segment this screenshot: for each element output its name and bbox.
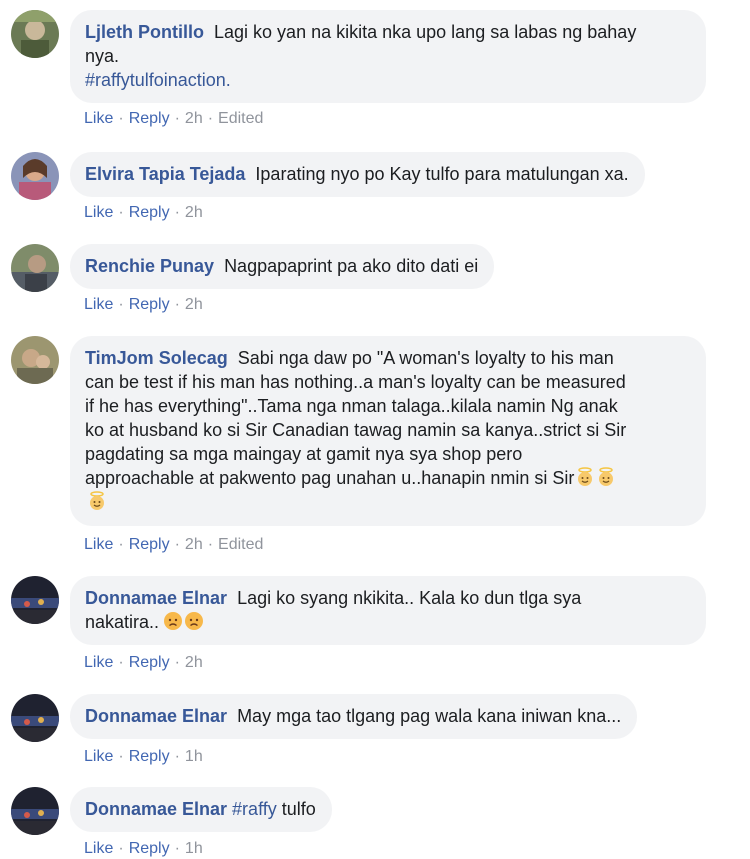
comment-text: if he has everything"..Tama nga nman tal… xyxy=(85,396,618,416)
comment-bubble: Elvira Tapia Tejada Iparating nyo po Kay… xyxy=(70,152,645,197)
comment-bubble: Donnamae Elnar May mga tao tlgang pag wa… xyxy=(70,694,638,739)
avatar[interactable] xyxy=(11,336,59,384)
timestamp[interactable]: 1h xyxy=(185,840,203,857)
reply-button[interactable]: Reply xyxy=(129,536,170,553)
comment-actions: Like · Reply · 2h · Edited xyxy=(84,536,264,553)
timestamp[interactable]: 2h xyxy=(185,654,203,671)
like-button[interactable]: Like xyxy=(84,204,113,221)
hashtag-link[interactable]: #raffytulfoinaction. xyxy=(85,70,231,90)
comment-author[interactable]: Donnamae Elnar xyxy=(85,588,227,608)
comment-actions: Like · Reply · 2h xyxy=(84,654,203,671)
comment-actions: Like · Reply · 2h · Edited xyxy=(84,110,264,127)
like-button[interactable]: Like xyxy=(84,840,113,857)
comment-text: nya. xyxy=(85,46,120,66)
comment-actions: Like · Reply · 2h xyxy=(84,204,203,221)
reply-button[interactable]: Reply xyxy=(129,748,170,765)
like-button[interactable]: Like xyxy=(84,654,113,671)
reply-button[interactable]: Reply xyxy=(129,110,170,127)
comment-bubble: Donnamae Elnar #raffy tulfo xyxy=(70,787,332,832)
comment-text: nakatira.. xyxy=(85,612,160,632)
timestamp[interactable]: 2h xyxy=(185,204,203,221)
comment-text: Sabi nga daw po "A woman's loyalty to hi… xyxy=(237,348,614,368)
comment-author[interactable]: Renchie Punay xyxy=(85,256,214,276)
comment-actions: Like · Reply · 2h xyxy=(84,296,203,313)
reply-button[interactable]: Reply xyxy=(129,296,170,313)
comment-author[interactable]: Elvira Tapia Tejada xyxy=(85,164,245,184)
comment-bubble: Renchie Punay Nagpapaprint pa ako dito d… xyxy=(70,244,495,289)
edited-label[interactable]: Edited xyxy=(218,536,263,553)
comment-actions: Like · Reply · 1h xyxy=(84,840,203,857)
reply-button[interactable]: Reply xyxy=(129,204,170,221)
comment-text: Lagi ko syang nkikita.. Kala ko dun tlga… xyxy=(237,588,582,608)
avatar[interactable] xyxy=(11,10,59,58)
comment-author[interactable]: Ljleth Pontillo xyxy=(85,22,204,42)
avatar[interactable] xyxy=(11,694,59,742)
avatar[interactable] xyxy=(11,576,59,624)
comment-author[interactable]: Donnamae Elnar xyxy=(85,706,227,726)
timestamp[interactable]: 2h xyxy=(185,110,203,127)
comment-text: can be test if his man has nothing..a ma… xyxy=(85,372,626,392)
avatar[interactable] xyxy=(11,244,59,292)
comment-bubble: Donnamae Elnar Lagi ko syang nkikita.. K… xyxy=(70,576,706,645)
comment-text: approachable at pakwento pag unahan u..h… xyxy=(85,468,575,488)
edited-label[interactable]: Edited xyxy=(218,110,263,127)
avatar[interactable] xyxy=(11,787,59,835)
comment-bubble: TimJom Solecag Sabi nga daw po "A woman'… xyxy=(70,336,706,526)
like-button[interactable]: Like xyxy=(84,296,113,313)
reply-button[interactable]: Reply xyxy=(129,840,170,857)
angel-face-emoji-icon xyxy=(575,467,595,487)
comment-text: Iparating nyo po Kay tulfo para matulung… xyxy=(255,164,629,184)
comment-text: May mga tao tlgang pag wala kana iniwan … xyxy=(237,706,622,726)
reply-button[interactable]: Reply xyxy=(129,654,170,671)
timestamp[interactable]: 1h xyxy=(185,748,203,765)
hashtag-link[interactable]: #raffy xyxy=(232,799,277,819)
comment-author[interactable]: Donnamae Elnar xyxy=(85,799,227,819)
angel-face-emoji-icon xyxy=(596,467,616,487)
comment-text: tulfo xyxy=(276,799,316,819)
comment-actions: Like · Reply · 1h xyxy=(84,748,203,765)
timestamp[interactable]: 2h xyxy=(185,296,203,313)
comment-text: pagdating sa mga maingay at gamit nya sy… xyxy=(85,444,523,464)
timestamp[interactable]: 2h xyxy=(185,536,203,553)
sad-face-emoji-icon xyxy=(184,611,204,631)
like-button[interactable]: Like xyxy=(84,536,113,553)
comment-text: Lagi ko yan na kikita nka upo lang sa la… xyxy=(214,22,637,42)
comment-bubble: Ljleth Pontillo Lagi ko yan na kikita nk… xyxy=(70,10,706,103)
like-button[interactable]: Like xyxy=(84,110,113,127)
angel-face-emoji-icon xyxy=(87,491,107,511)
sad-face-emoji-icon xyxy=(163,611,183,631)
avatar[interactable] xyxy=(11,152,59,200)
comment-text: Nagpapaprint pa ako dito dati ei xyxy=(224,256,479,276)
like-button[interactable]: Like xyxy=(84,748,113,765)
comment-text: ko at husband ko si Sir Canadian tawag n… xyxy=(85,420,627,440)
comment-author[interactable]: TimJom Solecag xyxy=(85,348,228,368)
